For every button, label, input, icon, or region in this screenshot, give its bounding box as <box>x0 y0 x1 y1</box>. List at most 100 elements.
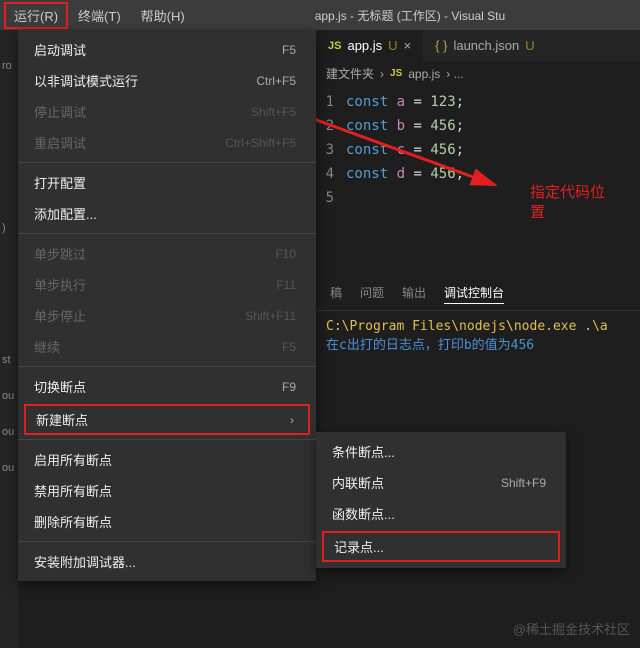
term-tab-debug-console[interactable]: 调试控制台 <box>444 284 504 304</box>
menu-label: 打开配置 <box>34 173 86 192</box>
menu-label: 单步跳过 <box>34 244 86 263</box>
submenu-function-bp[interactable]: 函数断点... <box>316 498 566 529</box>
line-number: 3 <box>316 138 346 162</box>
breadcrumb-more: › ... <box>446 67 463 81</box>
editor-tabs: JS app.js U × { } launch.json U <box>316 30 640 61</box>
menu-stop-debug: 停止调试 Shift+F5 <box>18 96 316 127</box>
terminal-panel: 稿 问题 输出 调试控制台 C:\Program Files\nodejs\no… <box>316 278 640 361</box>
menu-label: 安装附加调试器... <box>34 552 136 571</box>
breadcrumb[interactable]: 建文件夹 › JS app.js › ... <box>316 61 640 86</box>
menu-label: 记录点... <box>334 537 384 556</box>
menu-label: 函数断点... <box>332 504 395 523</box>
code-line: 3 const c = 456; <box>316 138 640 162</box>
submenu-logpoint[interactable]: 记录点... <box>322 531 560 562</box>
menu-divider <box>18 366 316 367</box>
title-bar: 运行(R) 终端(T) 帮助(H) app.js - 无标题 (工作区) - V… <box>0 0 640 30</box>
code-semi: ; <box>456 90 464 114</box>
line-number: 5 <box>316 186 346 210</box>
menu-new-breakpoint[interactable]: 新建断点 › <box>24 404 310 435</box>
menu-restart-debug: 重启调试 Ctrl+Shift+F5 <box>18 127 316 158</box>
strip-text: ou <box>0 390 18 402</box>
submenu-inline-bp[interactable]: 内联断点 Shift+F9 <box>316 467 566 498</box>
tab-label: app.js <box>347 38 382 53</box>
menu-label: 重启调试 <box>34 133 86 152</box>
menu-label: 切换断点 <box>34 377 86 396</box>
strip-text: ou <box>0 426 18 438</box>
left-truncated-panel: ro ) st ou ou ou <box>0 30 18 648</box>
menu-label: 单步执行 <box>34 275 86 294</box>
submenu-conditional-bp[interactable]: 条件断点... <box>316 436 566 467</box>
new-breakpoint-submenu: 条件断点... 内联断点 Shift+F9 函数断点... 记录点... <box>316 432 566 568</box>
code-keyword: const <box>346 114 388 138</box>
menu-add-config[interactable]: 添加配置... <box>18 198 316 229</box>
menu-install-debugger[interactable]: 安装附加调试器... <box>18 546 316 577</box>
code-var: c <box>397 138 405 162</box>
menu-shortcut: F11 <box>276 278 296 292</box>
code-op: = <box>413 114 421 138</box>
modified-indicator: U <box>525 38 534 53</box>
menu-step-over: 单步跳过 F10 <box>18 238 316 269</box>
menu-label: 单步停止 <box>34 306 86 325</box>
editor-area: JS app.js U × { } launch.json U 建文件夹 › J… <box>316 30 640 280</box>
menu-enable-all-bp[interactable]: 启用所有断点 <box>18 444 316 475</box>
tab-launch-json[interactable]: { } launch.json U <box>423 30 546 61</box>
menu-remove-all-bp[interactable]: 删除所有断点 <box>18 506 316 537</box>
code-keyword: const <box>346 90 388 114</box>
menu-label: 以非调试模式运行 <box>34 71 138 90</box>
code-keyword: const <box>346 162 388 186</box>
menu-disable-all-bp[interactable]: 禁用所有断点 <box>18 475 316 506</box>
menu-toggle-breakpoint[interactable]: 切换断点 F9 <box>18 371 316 402</box>
run-dropdown-menu: 启动调试 F5 以非调试模式运行 Ctrl+F5 停止调试 Shift+F5 重… <box>18 30 316 581</box>
menu-label: 内联断点 <box>332 473 384 492</box>
menu-label: 停止调试 <box>34 102 86 121</box>
json-icon: { } <box>435 38 447 53</box>
menu-run[interactable]: 运行(R) <box>4 2 68 29</box>
strip-text: ) <box>0 222 18 234</box>
code-op: = <box>413 162 421 186</box>
terminal-tabs: 稿 问题 输出 调试控制台 <box>316 278 640 311</box>
term-tab-problems[interactable]: 问题 <box>360 284 384 304</box>
terminal-line: C:\Program Files\nodejs\node.exe .\a <box>326 319 630 334</box>
tab-app-js[interactable]: JS app.js U × <box>316 30 423 61</box>
terminal-content[interactable]: C:\Program Files\nodejs\node.exe .\a 在c出… <box>316 311 640 361</box>
window-title: app.js - 无标题 (工作区) - Visual Stu <box>315 7 506 24</box>
menu-shortcut: Ctrl+Shift+F5 <box>225 136 296 150</box>
line-number: 1 <box>316 90 346 114</box>
menu-start-debug[interactable]: 启动调试 F5 <box>18 34 316 65</box>
close-icon[interactable]: × <box>404 38 412 53</box>
term-tab-cut[interactable]: 稿 <box>330 284 342 304</box>
menu-step-out: 单步停止 Shift+F11 <box>18 300 316 331</box>
menu-shortcut: Shift+F9 <box>501 476 546 490</box>
code-semi: ; <box>456 114 464 138</box>
menu-label: 条件断点... <box>332 442 395 461</box>
code-semi: ; <box>456 162 464 186</box>
menu-help[interactable]: 帮助(H) <box>131 2 195 29</box>
menu-divider <box>18 233 316 234</box>
menu-shortcut: Ctrl+F5 <box>256 74 296 88</box>
menu-label: 新建断点 <box>36 410 88 429</box>
menu-shortcut: F5 <box>282 340 296 354</box>
menu-label: 启动调试 <box>34 40 86 59</box>
code-number: 123 <box>430 90 455 114</box>
menu-shortcut: F5 <box>282 43 296 57</box>
menu-label: 删除所有断点 <box>34 512 112 531</box>
code-keyword: const <box>346 138 388 162</box>
line-number: 4 <box>316 162 346 186</box>
term-tab-output[interactable]: 输出 <box>402 284 426 304</box>
menu-terminal[interactable]: 终端(T) <box>68 2 131 29</box>
code-line: 2 const b = 456; <box>316 114 640 138</box>
code-op: = <box>413 90 421 114</box>
menu-run-no-debug[interactable]: 以非调试模式运行 Ctrl+F5 <box>18 65 316 96</box>
tab-label: launch.json <box>453 38 519 53</box>
menu-open-config[interactable]: 打开配置 <box>18 167 316 198</box>
js-icon: JS <box>390 68 402 79</box>
code-var: a <box>397 90 405 114</box>
menu-shortcut: F9 <box>282 380 296 394</box>
code-semi: ; <box>456 138 464 162</box>
chevron-right-icon: › <box>290 413 294 427</box>
menu-label: 禁用所有断点 <box>34 481 112 500</box>
watermark: @稀土掘金技术社区 <box>513 619 630 638</box>
strip-text: ou <box>0 462 18 474</box>
code-number: 456 <box>430 138 455 162</box>
modified-indicator: U <box>388 38 397 53</box>
